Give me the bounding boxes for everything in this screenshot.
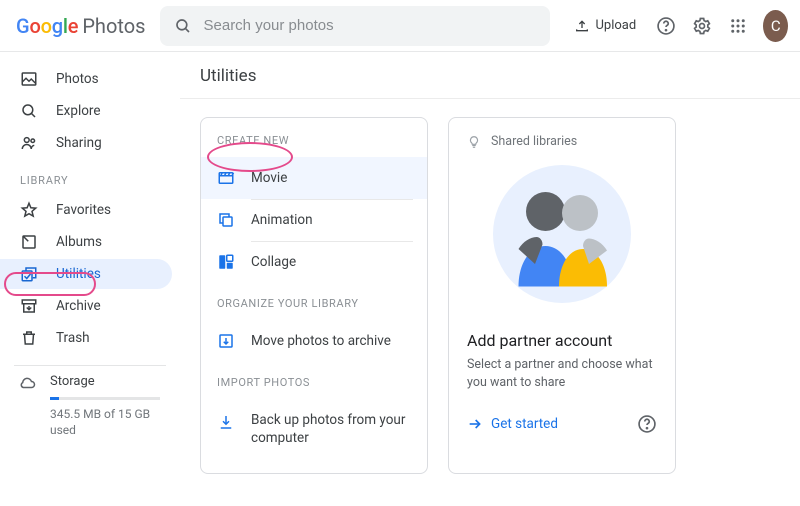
sidebar-item-explore[interactable]: Explore [0,96,172,126]
search-input[interactable] [202,16,536,35]
storage-detail: 345.5 MB of 15 GB used [50,406,160,438]
section-label: IMPORT PHOTOS [201,376,427,399]
get-started-button[interactable]: Get started [467,416,558,432]
partner-hint-row: Shared libraries [467,134,657,149]
settings-button[interactable] [688,8,716,44]
search-bar[interactable] [160,6,550,46]
star-icon [20,201,38,219]
get-started-label: Get started [491,416,558,432]
arrow-right-icon [467,416,483,432]
storage-bar [50,397,160,400]
download-icon [217,413,235,431]
sidebar-item-label: Explore [56,103,101,119]
main-content: Utilities CREATE NEW Movie Animation [180,52,800,506]
create-option-movie[interactable]: Movie [201,157,427,199]
account-avatar[interactable]: C [763,10,788,42]
album-icon [20,233,38,251]
archive-icon [20,297,38,315]
partner-title: Add partner account [467,331,657,350]
product-name: Photos [82,14,145,38]
sidebar-item-trash[interactable]: Trash [0,323,172,353]
collage-icon [217,253,235,271]
sidebar-item-photos[interactable]: Photos [0,64,172,94]
movie-icon [217,169,235,187]
page-title: Utilities [200,66,780,86]
archive-move-icon [217,332,235,350]
partner-card: Shared libraries Add par [448,117,676,474]
logo[interactable]: Google Photos [12,14,152,38]
divider [14,365,166,366]
storage-title: Storage [50,374,160,389]
partner-hint: Shared libraries [491,134,577,149]
sidebar-item-label: Utilities [56,266,101,282]
sidebar-item-archive[interactable]: Archive [0,291,172,321]
cloud-icon [18,374,36,392]
sidebar-item-label: Albums [56,234,102,250]
gear-icon [692,16,712,36]
sidebar-item-label: Sharing [56,135,102,151]
help-button[interactable] [652,8,680,44]
image-icon [20,70,38,88]
google-wordmark: Google [16,14,78,38]
sidebar-item-label: Favorites [56,202,111,218]
upload-icon [574,18,590,34]
import-option-backup[interactable]: Back up photos from your computer [201,399,427,459]
section-label: ORGANIZE YOUR LIBRARY [201,297,427,320]
animation-icon [217,211,235,229]
partner-illustration [467,159,657,309]
sidebar-section-label: LIBRARY [0,160,180,193]
apps-grid-icon [729,17,747,35]
sidebar-item-albums[interactable]: Albums [0,227,172,257]
section-label: CREATE NEW [201,134,427,157]
divider [180,98,800,99]
create-option-collage[interactable]: Collage [201,241,427,283]
sidebar-item-utilities[interactable]: Utilities [0,259,172,289]
search-icon [174,17,192,35]
people-icon [20,134,38,152]
sidebar-item-label: Trash [56,330,90,346]
option-label: Back up photos from your computer [251,411,411,447]
option-label: Movie [251,170,287,186]
create-option-animation[interactable]: Animation [201,199,427,241]
search-icon [20,102,38,120]
trash-icon [20,329,38,347]
avatar-letter: C [771,17,781,35]
sidebar-item-sharing[interactable]: Sharing [0,128,172,158]
option-label: Collage [251,254,296,270]
storage-block[interactable]: Storage 345.5 MB of 15 GB used [0,374,180,438]
help-icon[interactable] [637,414,657,434]
organize-option-archive[interactable]: Move photos to archive [201,320,427,362]
utilities-icon [20,265,38,283]
sidebar: Photos Explore Sharing LIBRARY Favorites [0,52,180,506]
app-header: Google Photos Upload [0,0,800,52]
option-label: Animation [251,212,313,228]
apps-button[interactable] [724,8,752,44]
help-icon [656,16,676,36]
sidebar-item-label: Archive [56,298,101,314]
upload-button[interactable]: Upload [566,12,645,40]
create-card: CREATE NEW Movie Animation [200,117,428,474]
bulb-icon [467,135,481,149]
sidebar-item-label: Photos [56,71,99,87]
option-label: Move photos to archive [251,333,391,349]
sidebar-item-favorites[interactable]: Favorites [0,195,172,225]
partner-subtitle: Select a partner and choose what you wan… [467,356,657,392]
upload-label: Upload [596,18,637,33]
